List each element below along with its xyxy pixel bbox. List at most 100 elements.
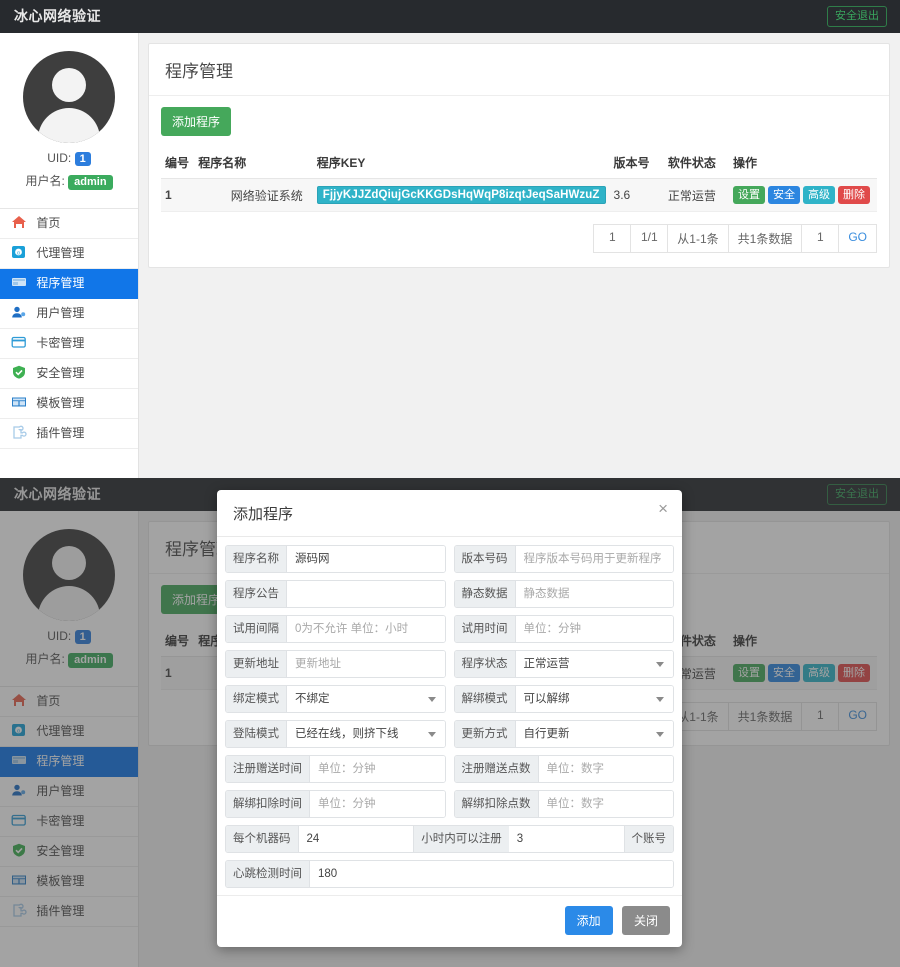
sidebar-item-label: 安全管理 xyxy=(36,366,85,380)
close-button[interactable]: 关闭 xyxy=(621,906,670,935)
field-program-notice: 程序公告 xyxy=(225,580,446,608)
uid-line: UID: 1 xyxy=(0,150,138,166)
sidebar-item-label: 卡密管理 xyxy=(36,336,85,350)
add-program-button[interactable]: 添加程序 xyxy=(161,107,232,136)
delete-button[interactable]: 删除 xyxy=(837,186,870,204)
field-label: 注册赠送点数 xyxy=(454,756,539,782)
machine-code-accounts-input[interactable] xyxy=(508,826,624,852)
logout-button[interactable]: 安全退出 xyxy=(827,6,887,27)
advanced-button[interactable]: 高级 xyxy=(802,186,835,204)
cell-version: 3.6 xyxy=(609,178,664,212)
shield-icon xyxy=(11,365,27,379)
field-unbind-deduct-time: 解绑扣除时间 xyxy=(225,790,446,818)
sidebar-item-template[interactable]: 模板管理 xyxy=(0,389,138,419)
field-update-url: 更新地址 xyxy=(225,650,446,678)
sidebar-item-program[interactable]: 程序管理 xyxy=(0,269,138,299)
form-row-heartbeat: 心跳检测时间 xyxy=(225,860,674,888)
sidebar-item-label: 模板管理 xyxy=(36,396,85,410)
sidebar-item-security[interactable]: 安全管理 xyxy=(0,359,138,389)
field-label: 更新方式 xyxy=(454,721,516,747)
avatar-head xyxy=(52,68,86,102)
field-label: 试用时间 xyxy=(454,616,516,642)
settings-button[interactable]: 设置 xyxy=(732,186,765,204)
form-row: 更新地址 程序状态 正常运营 xyxy=(225,650,674,678)
sidebar-item-label: 插件管理 xyxy=(36,426,85,440)
sidebar-menu: 首页 α 代理管理 程序管理 用户管理 卡密管理 安全管理 模板管理 插件管理 xyxy=(0,208,138,449)
field-label: 试用间隔 xyxy=(226,616,287,642)
program-key-chip[interactable]: FjjyKJJZdQiujGcKKGDsHqWqP8izqtJeqSaHWzuZ xyxy=(316,186,606,204)
th-key: 程序KEY xyxy=(312,148,610,179)
field-bind-mode: 绑定模式 不绑定 xyxy=(225,685,446,713)
form-row: 程序名称 版本号码 xyxy=(225,545,674,573)
field-label: 解绑扣除点数 xyxy=(454,791,539,817)
sidebar-item-plugin[interactable]: 插件管理 xyxy=(0,419,138,449)
program-panel: 程序管理 添加程序 编号 程序名称 程序KEY 版本号 软件状态 操作 1 网络… xyxy=(148,43,890,268)
field-label: 每个机器码 xyxy=(226,826,299,852)
select-wrap: 可以解绑 xyxy=(515,686,673,712)
page-jump-input[interactable]: 1 xyxy=(801,224,839,253)
card-icon xyxy=(11,335,27,349)
register-gift-points-input[interactable] xyxy=(538,756,673,782)
field-program-name: 程序名称 xyxy=(225,545,446,573)
unbind-deduct-time-input[interactable] xyxy=(310,791,445,817)
program-status-select[interactable]: 正常运营 xyxy=(515,651,673,677)
field-label-mid: 小时内可以注册 xyxy=(413,826,509,852)
add-program-dialog: 添加程序 × 程序名称 版本号码 程序公告 xyxy=(217,490,682,947)
page-count: 1/1 xyxy=(630,224,668,253)
dialog-body: 程序名称 版本号码 程序公告 静态数据 xyxy=(217,537,682,888)
field-label: 版本号码 xyxy=(454,546,516,572)
sidebar-item-user[interactable]: 用户管理 xyxy=(0,299,138,329)
username-line: 用户名: admin xyxy=(0,173,138,190)
field-trial-interval: 试用间隔 xyxy=(225,615,446,643)
sidebar-item-card[interactable]: 卡密管理 xyxy=(0,329,138,359)
program-table: 编号 程序名称 程序KEY 版本号 软件状态 操作 1 网络验证系统 FjjyK… xyxy=(161,148,877,212)
sidebar-item-home[interactable]: 首页 xyxy=(0,209,138,239)
field-label: 程序状态 xyxy=(454,651,516,677)
username-label: 用户名: xyxy=(25,174,65,188)
unbind-mode-select[interactable]: 可以解绑 xyxy=(515,686,673,712)
field-machine-code-limit: 每个机器码 小时内可以注册 个账号 xyxy=(225,825,674,853)
update-mode-select[interactable]: 自行更新 xyxy=(515,721,673,747)
sidebar-item-agent[interactable]: α 代理管理 xyxy=(0,239,138,269)
th-no: 编号 xyxy=(161,148,195,179)
field-label: 解绑扣除时间 xyxy=(226,791,310,817)
screen-add-program-modal: 冰心网络验证 安全退出 UID: 1 用户名: admin 首页 α 代理管理 … xyxy=(0,478,900,967)
field-static-data: 静态数据 xyxy=(453,580,674,608)
login-mode-select[interactable]: 已经在线，则挤下线 xyxy=(287,721,445,747)
static-data-input[interactable] xyxy=(515,581,673,607)
unbind-deduct-points-input[interactable] xyxy=(538,791,673,817)
page-go-button[interactable]: GO xyxy=(838,224,877,253)
avatar xyxy=(23,51,115,143)
field-label: 静态数据 xyxy=(454,581,516,607)
page-current[interactable]: 1 xyxy=(593,224,631,253)
table-header-row: 编号 程序名称 程序KEY 版本号 软件状态 操作 xyxy=(161,148,877,179)
top-bar: 冰心网络验证 安全退出 xyxy=(0,0,900,33)
field-label: 绑定模式 xyxy=(226,686,287,712)
field-label: 程序名称 xyxy=(226,546,287,572)
dialog-title: 添加程序 xyxy=(233,506,294,523)
field-label-suffix: 个账号 xyxy=(623,826,673,852)
program-name-input[interactable] xyxy=(287,546,445,572)
close-icon[interactable]: × xyxy=(658,500,668,517)
avatar-body xyxy=(38,108,100,143)
th-status: 软件状态 xyxy=(663,148,729,179)
trial-time-input[interactable] xyxy=(515,616,673,642)
submit-button[interactable]: 添加 xyxy=(564,906,613,935)
machine-code-hours-input[interactable] xyxy=(298,826,414,852)
security-button[interactable]: 安全 xyxy=(767,186,800,204)
cell-status: 正常运营 xyxy=(663,178,729,212)
field-label: 更新地址 xyxy=(226,651,287,677)
trial-interval-input[interactable] xyxy=(287,616,445,642)
update-url-input[interactable] xyxy=(287,651,445,677)
screen-program-management: 冰心网络验证 安全退出 UID: 1 用户名: admin 首页 α 代理管理 … xyxy=(0,0,900,478)
form-row: 试用间隔 试用时间 xyxy=(225,615,674,643)
form-row: 绑定模式 不绑定 解绑模式 可以解绑 xyxy=(225,685,674,713)
program-notice-input[interactable] xyxy=(287,581,445,607)
version-code-input[interactable] xyxy=(515,546,673,572)
panel-body: 添加程序 编号 程序名称 程序KEY 版本号 软件状态 操作 1 网络验证系统 … xyxy=(149,96,889,267)
register-gift-time-input[interactable] xyxy=(310,756,445,782)
user-icon xyxy=(11,305,27,319)
bind-mode-select[interactable]: 不绑定 xyxy=(287,686,445,712)
home-icon xyxy=(11,215,27,229)
heartbeat-time-input[interactable] xyxy=(310,861,673,887)
